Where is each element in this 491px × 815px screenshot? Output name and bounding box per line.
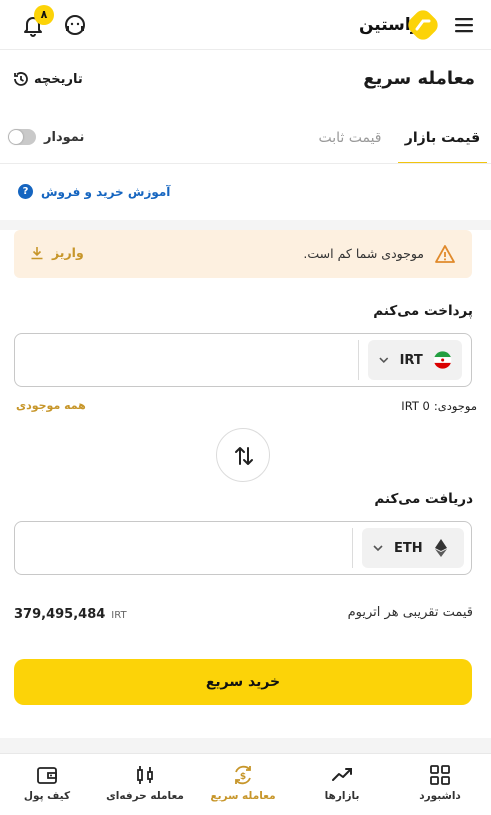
all-balance-button[interactable]: همه موجودی (16, 399, 86, 412)
pro-trade-icon (137, 766, 153, 784)
swap-icon (235, 447, 253, 465)
low-balance-warning: موجودی شما کم است. واریز (14, 230, 472, 278)
nav-dashboard[interactable]: داشبورد (394, 762, 486, 814)
receive-currency-code: ETH (394, 540, 423, 556)
deposit-button[interactable]: واریز (30, 245, 84, 260)
svg-text:$: $ (240, 772, 246, 782)
chevron-down-icon (373, 545, 383, 552)
bottom-separator (0, 738, 491, 753)
education-link[interactable]: ? آموزش خرید و فروش (18, 184, 170, 199)
help-icon: ? (18, 184, 33, 199)
ethereum-icon (434, 539, 447, 557)
nav-wallet[interactable]: کیف پول (1, 762, 93, 814)
bottom-nav: داشبورد بازارها $ معامله سریع معامله حرف… (0, 753, 491, 815)
history-label: تاریخچه (34, 71, 83, 87)
nav-wallet-label: کیف پول (23, 790, 71, 802)
tabs-divider (0, 163, 491, 164)
nav-quick-trade-label: معامله سریع (210, 790, 276, 802)
nav-markets[interactable]: بازارها (296, 762, 388, 814)
pay-currency-code: IRT (399, 352, 423, 368)
nav-pro-trade[interactable]: معامله حرفه‌ای (99, 762, 191, 814)
quick-buy-button[interactable]: خرید سریع (14, 659, 472, 705)
menu-icon[interactable] (453, 14, 475, 36)
approx-price-unit: IRT (111, 610, 127, 621)
tab-fixed-price[interactable]: قیمت ثابت (305, 118, 395, 158)
balance-label: موجودی: (433, 399, 477, 413)
page-title: معامله سریع (363, 68, 475, 89)
receive-amount-input[interactable]: ETH (14, 521, 472, 575)
approx-price-label: قیمت تقریبی هر اتریوم (347, 605, 473, 620)
iran-flag-icon (433, 351, 452, 369)
receive-currency-select[interactable]: ETH (362, 528, 464, 568)
chart-toggle-label: نمودار (44, 129, 85, 145)
app-header: راستین ۸ (0, 0, 491, 50)
warning-icon (435, 245, 455, 263)
education-link-label: آموزش خرید و فروش (41, 184, 171, 199)
quick-trade-icon: $ (235, 765, 251, 785)
chart-toggle-switch[interactable] (8, 129, 36, 145)
receive-label: دریافت می‌کنم (374, 491, 473, 507)
tab-market-price[interactable]: قیمت بازار (398, 118, 487, 164)
nav-quick-trade[interactable]: $ معامله سریع (197, 762, 289, 814)
section-separator (0, 220, 491, 230)
nav-pro-trade-label: معامله حرفه‌ای (106, 790, 184, 802)
pay-separator (358, 340, 359, 380)
dashboard-icon (430, 765, 450, 785)
history-icon (14, 72, 28, 86)
pay-currency-select[interactable]: IRT (368, 340, 462, 380)
swap-button[interactable] (216, 428, 270, 482)
pay-amount-input[interactable]: IRT (14, 333, 472, 387)
toggle-knob (9, 130, 23, 144)
warning-text: موجودی شما کم است. (303, 246, 424, 261)
notification-badge: ۸ (34, 5, 54, 25)
support-headset-icon[interactable] (62, 12, 88, 38)
logo[interactable]: راستین (355, 8, 445, 42)
approx-price: 379,495,484 IRT (14, 607, 127, 622)
balance-info: موجودی: IRT 0 (401, 399, 477, 413)
receive-separator (352, 528, 353, 568)
nav-dashboard-label: داشبورد (419, 790, 461, 802)
deposit-label: واریز (52, 245, 84, 260)
history-button[interactable]: تاریخچه (12, 70, 83, 88)
approx-price-value: 379,495,484 (14, 607, 106, 622)
markets-icon (332, 768, 352, 781)
balance-value: IRT 0 (401, 399, 430, 413)
logo-mark-icon (408, 10, 438, 40)
wallet-icon (37, 767, 57, 784)
download-icon (31, 246, 43, 259)
chart-toggle[interactable]: نمودار (8, 129, 84, 145)
chevron-down-icon (379, 357, 389, 364)
pay-label: پرداخت می‌کنم (373, 303, 473, 319)
nav-markets-label: بازارها (324, 790, 360, 802)
